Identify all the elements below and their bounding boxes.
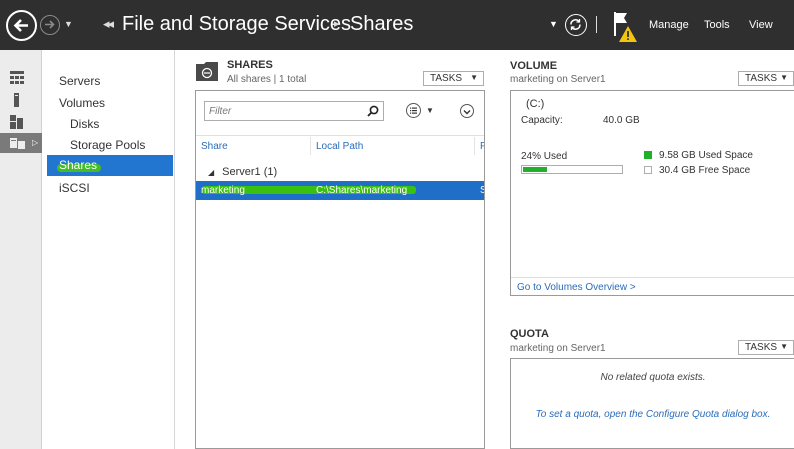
back-button[interactable] bbox=[6, 10, 37, 41]
shares-title: SHARES bbox=[227, 59, 273, 71]
rail-item-file-storage[interactable]: ▷ bbox=[0, 133, 42, 153]
cell-local-path: C:\Shares\marketing bbox=[316, 185, 408, 196]
cell-share: marketing bbox=[201, 185, 245, 196]
column-divider[interactable] bbox=[474, 137, 475, 155]
quota-panel: No related quota exists. To set a quota,… bbox=[510, 358, 794, 449]
volume-drive-label: (C:) bbox=[526, 98, 545, 110]
rail-expand-icon: ▷ bbox=[32, 138, 39, 147]
quota-tasks-button[interactable]: TASKS ▼ bbox=[738, 340, 794, 355]
search-icon[interactable] bbox=[367, 105, 379, 117]
shares-tasks-button[interactable]: TASKS ▼ bbox=[423, 71, 484, 86]
usage-bar-fill bbox=[523, 167, 547, 172]
panel-divider bbox=[511, 277, 794, 278]
column-header-share[interactable]: Share bbox=[201, 141, 228, 152]
breadcrumb-separator-icon: ▸ bbox=[334, 18, 340, 30]
menu-view[interactable]: View bbox=[749, 19, 773, 31]
view-options-dropdown-icon[interactable]: ▼ bbox=[426, 106, 434, 115]
toolbar-divider bbox=[596, 16, 597, 33]
sidebar-item-label: Shares bbox=[59, 158, 98, 172]
chevron-down-icon bbox=[463, 110, 471, 115]
column-header-local-path[interactable]: Local Path bbox=[316, 141, 363, 152]
sidebar-item-shares[interactable]: Shares bbox=[47, 155, 173, 176]
notifications-button[interactable] bbox=[612, 10, 640, 44]
sidebar-item-disks[interactable]: Disks bbox=[70, 117, 99, 131]
free-space-swatch bbox=[644, 166, 652, 174]
header-divider bbox=[196, 135, 484, 136]
tasks-label: TASKS bbox=[745, 73, 778, 84]
volumes-overview-link[interactable]: Go to Volumes Overview > bbox=[517, 282, 636, 293]
volume-title: VOLUME bbox=[510, 60, 558, 72]
used-space-swatch bbox=[644, 151, 652, 159]
used-percent-label: 24% Used bbox=[521, 151, 568, 162]
shares-icon bbox=[196, 62, 218, 81]
expand-button[interactable] bbox=[460, 104, 474, 118]
column-header-protocol[interactable]: P bbox=[480, 141, 484, 152]
all-servers-icon bbox=[10, 115, 23, 129]
local-server-icon bbox=[14, 93, 19, 107]
chevron-down-icon: ▼ bbox=[780, 73, 788, 82]
sidebar-item-volumes[interactable]: Volumes bbox=[59, 96, 105, 110]
quota-subtitle: marketing on Server1 bbox=[510, 343, 606, 354]
forward-icon bbox=[45, 20, 55, 29]
volume-tasks-button[interactable]: TASKS ▼ bbox=[738, 71, 794, 86]
quota-hint-link[interactable]: To set a quota, open the Configure Quota… bbox=[511, 409, 794, 420]
title-bar: ▼ ◂◂ File and Storage Services ▸ Shares … bbox=[0, 0, 794, 50]
free-space-label: 30.4 GB Free Space bbox=[659, 165, 751, 176]
group-header[interactable]: ◢ Server1 (1) bbox=[208, 166, 277, 178]
warning-icon bbox=[619, 26, 637, 42]
capacity-label: Capacity: bbox=[521, 115, 563, 126]
list-icon bbox=[410, 107, 417, 114]
quota-empty-message: No related quota exists. bbox=[600, 372, 706, 383]
file-storage-icon bbox=[10, 138, 25, 149]
sidebar: Servers Volumes Disks Storage Pools Shar… bbox=[43, 50, 175, 449]
menu-tools[interactable]: Tools bbox=[704, 19, 730, 31]
column-divider[interactable] bbox=[310, 137, 311, 155]
sidebar-item-servers[interactable]: Servers bbox=[59, 74, 100, 88]
tasks-label: TASKS bbox=[430, 73, 463, 84]
history-dropdown[interactable]: ▼ bbox=[64, 19, 73, 29]
volume-panel: (C:) Capacity: 40.0 GB 24% Used 9.58 GB … bbox=[510, 90, 794, 296]
quota-title: QUOTA bbox=[510, 328, 549, 340]
filter-input[interactable]: Filter bbox=[204, 101, 384, 121]
usage-bar bbox=[521, 165, 623, 174]
icon-rail: ▷ bbox=[0, 50, 42, 449]
used-space-label: 9.58 GB Used Space bbox=[659, 150, 753, 161]
volume-subtitle: marketing on Server1 bbox=[510, 74, 606, 85]
breadcrumb-current: Shares bbox=[350, 13, 414, 35]
collapse-triangle-icon: ◢ bbox=[208, 168, 215, 177]
dashboard-icon bbox=[10, 71, 24, 84]
rail-item-dashboard[interactable] bbox=[0, 68, 42, 88]
breadcrumb-chevron-icon: ◂◂ bbox=[103, 16, 114, 31]
shares-subtitle: All shares | 1 total bbox=[227, 74, 307, 85]
view-options-button[interactable] bbox=[406, 103, 421, 118]
filter-placeholder: Filter bbox=[209, 106, 232, 117]
capacity-value: 40.0 GB bbox=[603, 115, 640, 126]
menu-manage[interactable]: Manage bbox=[649, 19, 689, 31]
back-icon bbox=[13, 19, 28, 32]
chevron-down-icon: ▼ bbox=[470, 73, 478, 82]
group-label: Server1 (1) bbox=[222, 166, 278, 178]
rail-item-all-servers[interactable] bbox=[0, 112, 42, 132]
refresh-button[interactable] bbox=[565, 14, 587, 36]
breadcrumb-parent[interactable]: File and Storage Services bbox=[122, 13, 351, 36]
shares-list: Filter ▼ Share Local Path P ◢ Server1 (1)… bbox=[195, 90, 485, 449]
refresh-dropdown[interactable]: ▼ bbox=[549, 19, 558, 29]
sidebar-item-storage-pools[interactable]: Storage Pools bbox=[70, 138, 145, 152]
notification-flag-icon bbox=[614, 12, 637, 42]
rail-item-local-server[interactable] bbox=[0, 90, 42, 110]
chevron-down-icon: ▼ bbox=[780, 342, 788, 351]
tasks-label: TASKS bbox=[745, 342, 778, 353]
refresh-icon bbox=[570, 19, 581, 30]
table-row[interactable]: marketing C:\Shares\marketing S bbox=[196, 181, 484, 200]
cell-protocol: S bbox=[480, 185, 484, 196]
sidebar-item-iscsi[interactable]: iSCSI bbox=[59, 181, 90, 195]
forward-button[interactable] bbox=[40, 15, 60, 35]
